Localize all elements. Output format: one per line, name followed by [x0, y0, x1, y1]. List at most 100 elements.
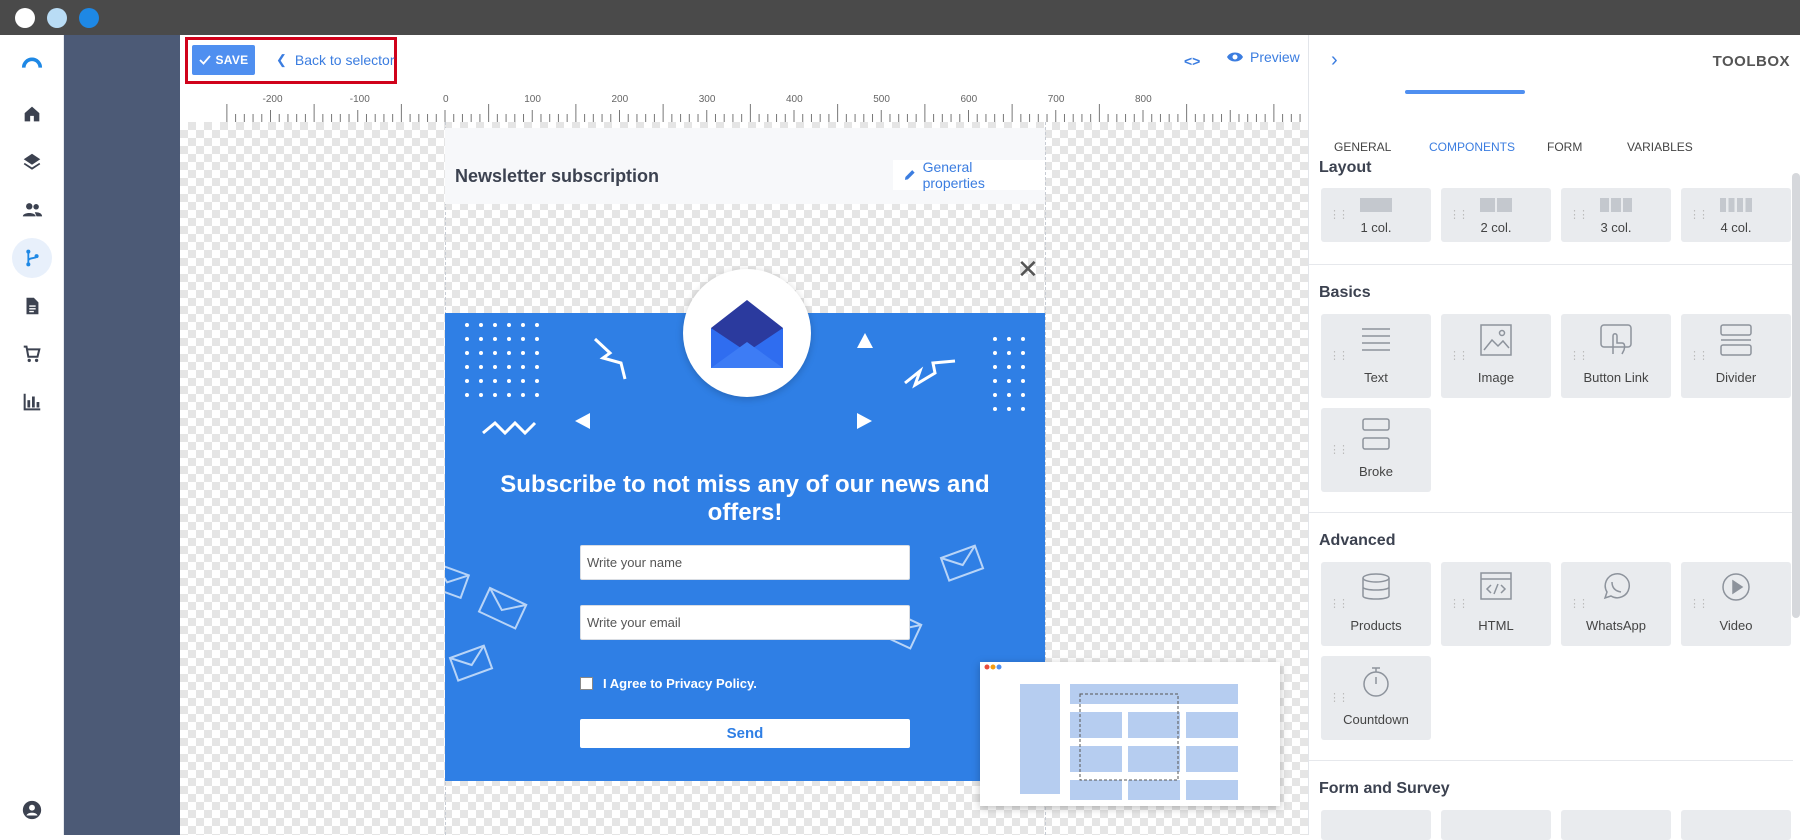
window-dot-close[interactable]: [15, 8, 35, 28]
component-form-item[interactable]: [1681, 810, 1791, 840]
component-form-item[interactable]: [1321, 810, 1431, 840]
component-label: 1 col.: [1360, 220, 1392, 235]
component-video[interactable]: ⋮⋮ Video: [1681, 562, 1791, 646]
drag-handle-icon[interactable]: ⋮⋮: [1689, 210, 1709, 221]
account-icon[interactable]: [12, 790, 52, 830]
one-column-icon: [1321, 198, 1431, 212]
preview-button[interactable]: Preview: [1226, 49, 1300, 65]
component-text[interactable]: ⋮⋮ Text: [1321, 314, 1431, 398]
decor-dot: [535, 351, 539, 355]
image-icon: [1441, 324, 1551, 356]
general-properties-button[interactable]: General properties: [893, 159, 1045, 191]
component-button-link[interactable]: ⋮⋮ Button Link: [1561, 314, 1671, 398]
window-dot-minimize[interactable]: [47, 8, 67, 28]
section-divider: [1309, 512, 1793, 513]
decor-dot: [1021, 379, 1025, 383]
ruler-label: 100: [524, 94, 541, 105]
automation-icon[interactable]: [12, 238, 52, 278]
contacts-icon[interactable]: [12, 190, 52, 230]
component-products[interactable]: ⋮⋮ Products: [1321, 562, 1431, 646]
layers-icon[interactable]: [12, 142, 52, 182]
horizontal-ruler: -200 -100 0 100 200 300 400 500 600 700 800: [180, 90, 1308, 122]
toolbox-panel: › TOOLBOX GENERAL COMPONENTS FORM VARIAB…: [1308, 35, 1800, 840]
decor-dot: [993, 379, 997, 383]
ruler-label: 600: [961, 94, 978, 105]
email-input[interactable]: Write your email: [580, 605, 910, 640]
countdown-stopwatch-icon: [1321, 666, 1431, 698]
name-input[interactable]: Write your name: [580, 545, 910, 580]
decor-dot: [493, 393, 497, 397]
component-broke[interactable]: ⋮⋮ Broke: [1321, 408, 1431, 492]
decor-dot: [1021, 337, 1025, 341]
component-form-item[interactable]: [1441, 810, 1551, 840]
save-button[interactable]: SAVE: [192, 45, 255, 75]
code-view-icon[interactable]: <>: [1184, 53, 1200, 69]
send-button[interactable]: Send: [580, 719, 910, 748]
ruler-label: -200: [263, 94, 283, 105]
app-logo-icon[interactable]: [12, 43, 52, 83]
decor-dot: [493, 379, 497, 383]
decor-dot: [1021, 393, 1025, 397]
component-html[interactable]: ⋮⋮ HTML: [1441, 562, 1551, 646]
decor-dot: [993, 365, 997, 369]
section-form-survey-title: Form and Survey: [1319, 780, 1450, 797]
privacy-agreement[interactable]: I Agree to Privacy Policy.: [580, 676, 757, 691]
component-3-col[interactable]: ⋮⋮ 3 col.: [1561, 188, 1671, 242]
decor-dot: [479, 351, 483, 355]
close-icon[interactable]: ✕: [1017, 256, 1039, 282]
ruler-ticks: -200 -100 0 100 200 300 400 500 600 700 800: [226, 94, 1301, 122]
document-icon[interactable]: [12, 286, 52, 326]
decor-dot: [465, 365, 469, 369]
editor-toolbar: SAVE ❮ Back to selector <> Preview: [180, 35, 1308, 90]
decor-dot: [1007, 337, 1011, 341]
tab-general[interactable]: GENERAL: [1334, 140, 1391, 154]
whatsapp-icon: [1561, 572, 1671, 602]
design-canvas[interactable]: Newsletter subscription General properti…: [180, 122, 1308, 835]
home-icon[interactable]: [12, 94, 52, 134]
tab-components[interactable]: COMPONENTS: [1429, 140, 1515, 154]
drag-preview-thumbnail: [980, 662, 1280, 806]
decor-dot: [465, 337, 469, 341]
tab-variables[interactable]: VARIABLES: [1627, 140, 1693, 154]
drag-handle-icon[interactable]: ⋮⋮: [1569, 210, 1589, 221]
component-2-col[interactable]: ⋮⋮ 2 col.: [1441, 188, 1551, 242]
component-label: 2 col.: [1480, 220, 1512, 235]
decor-dot: [479, 323, 483, 327]
decor-dot: [521, 393, 525, 397]
decor-dot: [507, 337, 511, 341]
section-advanced-title: Advanced: [1319, 532, 1396, 549]
decor-dot: [479, 379, 483, 383]
component-divider[interactable]: ⋮⋮ Divider: [1681, 314, 1791, 398]
component-whatsapp[interactable]: ⋮⋮ WhatsApp: [1561, 562, 1671, 646]
decor-dot: [535, 323, 539, 327]
decor-dot: [1007, 351, 1011, 355]
toolbox-title: TOOLBOX: [1712, 53, 1790, 70]
editor-side-panel: [64, 35, 180, 835]
page-title: Newsletter subscription: [455, 166, 660, 186]
cart-icon[interactable]: [12, 334, 52, 374]
decor-dot: [465, 323, 469, 327]
decor-dot: [1021, 365, 1025, 369]
component-label: Text: [1364, 370, 1388, 385]
window-dot-maximize[interactable]: [79, 8, 99, 28]
component-1-col[interactable]: ⋮⋮ 1 col.: [1321, 188, 1431, 242]
decor-dot: [493, 365, 497, 369]
privacy-checkbox[interactable]: [580, 677, 593, 690]
drag-handle-icon[interactable]: ⋮⋮: [1449, 210, 1469, 221]
envelope-badge: [683, 269, 811, 397]
tab-form[interactable]: FORM: [1547, 140, 1582, 154]
divider-icon: [1681, 324, 1791, 356]
component-image[interactable]: ⋮⋮ Image: [1441, 314, 1551, 398]
component-4-col[interactable]: ⋮⋮ 4 col.: [1681, 188, 1791, 242]
chevron-right-icon[interactable]: ›: [1331, 49, 1338, 72]
back-to-selector-link[interactable]: ❮ Back to selector: [276, 45, 395, 75]
decor-dot: [521, 323, 525, 327]
toolbox-tabs: GENERAL COMPONENTS FORM VARIABLES: [1309, 90, 1800, 154]
component-form-item[interactable]: [1561, 810, 1671, 840]
ruler-label: 200: [612, 94, 629, 105]
component-countdown[interactable]: ⋮⋮ Countdown: [1321, 656, 1431, 740]
drag-handle-icon[interactable]: ⋮⋮: [1329, 210, 1349, 221]
toolbox-scrollbar[interactable]: [1792, 173, 1800, 618]
drag-handle-icon[interactable]: ⋮⋮: [1449, 599, 1469, 610]
reports-icon[interactable]: [12, 382, 52, 422]
